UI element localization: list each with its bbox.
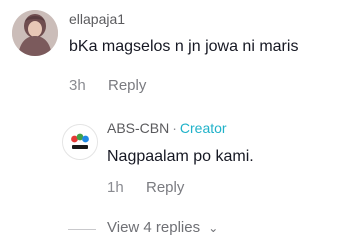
- profile-photo-icon: [12, 10, 58, 56]
- reply-button[interactable]: Reply: [146, 179, 184, 196]
- abs-cbn-logo-icon: [63, 125, 97, 159]
- view-replies-button[interactable]: View 4 replies ⌄: [107, 219, 218, 236]
- chevron-down-icon: ⌄: [208, 221, 219, 235]
- reply-button[interactable]: Reply: [108, 77, 146, 94]
- separator-dot: ·: [172, 120, 177, 136]
- reply-username[interactable]: ABS-CBN: [107, 120, 169, 136]
- user-avatar[interactable]: [12, 10, 58, 56]
- reply-timestamp: 1h: [107, 179, 124, 196]
- comment-timestamp: 3h: [69, 77, 86, 94]
- comment-item: ellapaja1 bKa magselos n jn jowa ni mari…: [0, 0, 358, 110]
- creator-badge: Creator: [179, 120, 227, 136]
- comment-text: bKa magselos n jn jowa ni maris: [69, 38, 299, 55]
- reply-username-line: ABS-CBN · Creator: [107, 120, 227, 136]
- reply-text: Nagpaalam po kami.: [107, 148, 254, 165]
- view-replies-divider: [68, 229, 96, 230]
- creator-avatar[interactable]: [62, 124, 98, 160]
- view-replies-label: View 4 replies: [107, 219, 201, 236]
- comment-username[interactable]: ellapaja1: [69, 11, 125, 27]
